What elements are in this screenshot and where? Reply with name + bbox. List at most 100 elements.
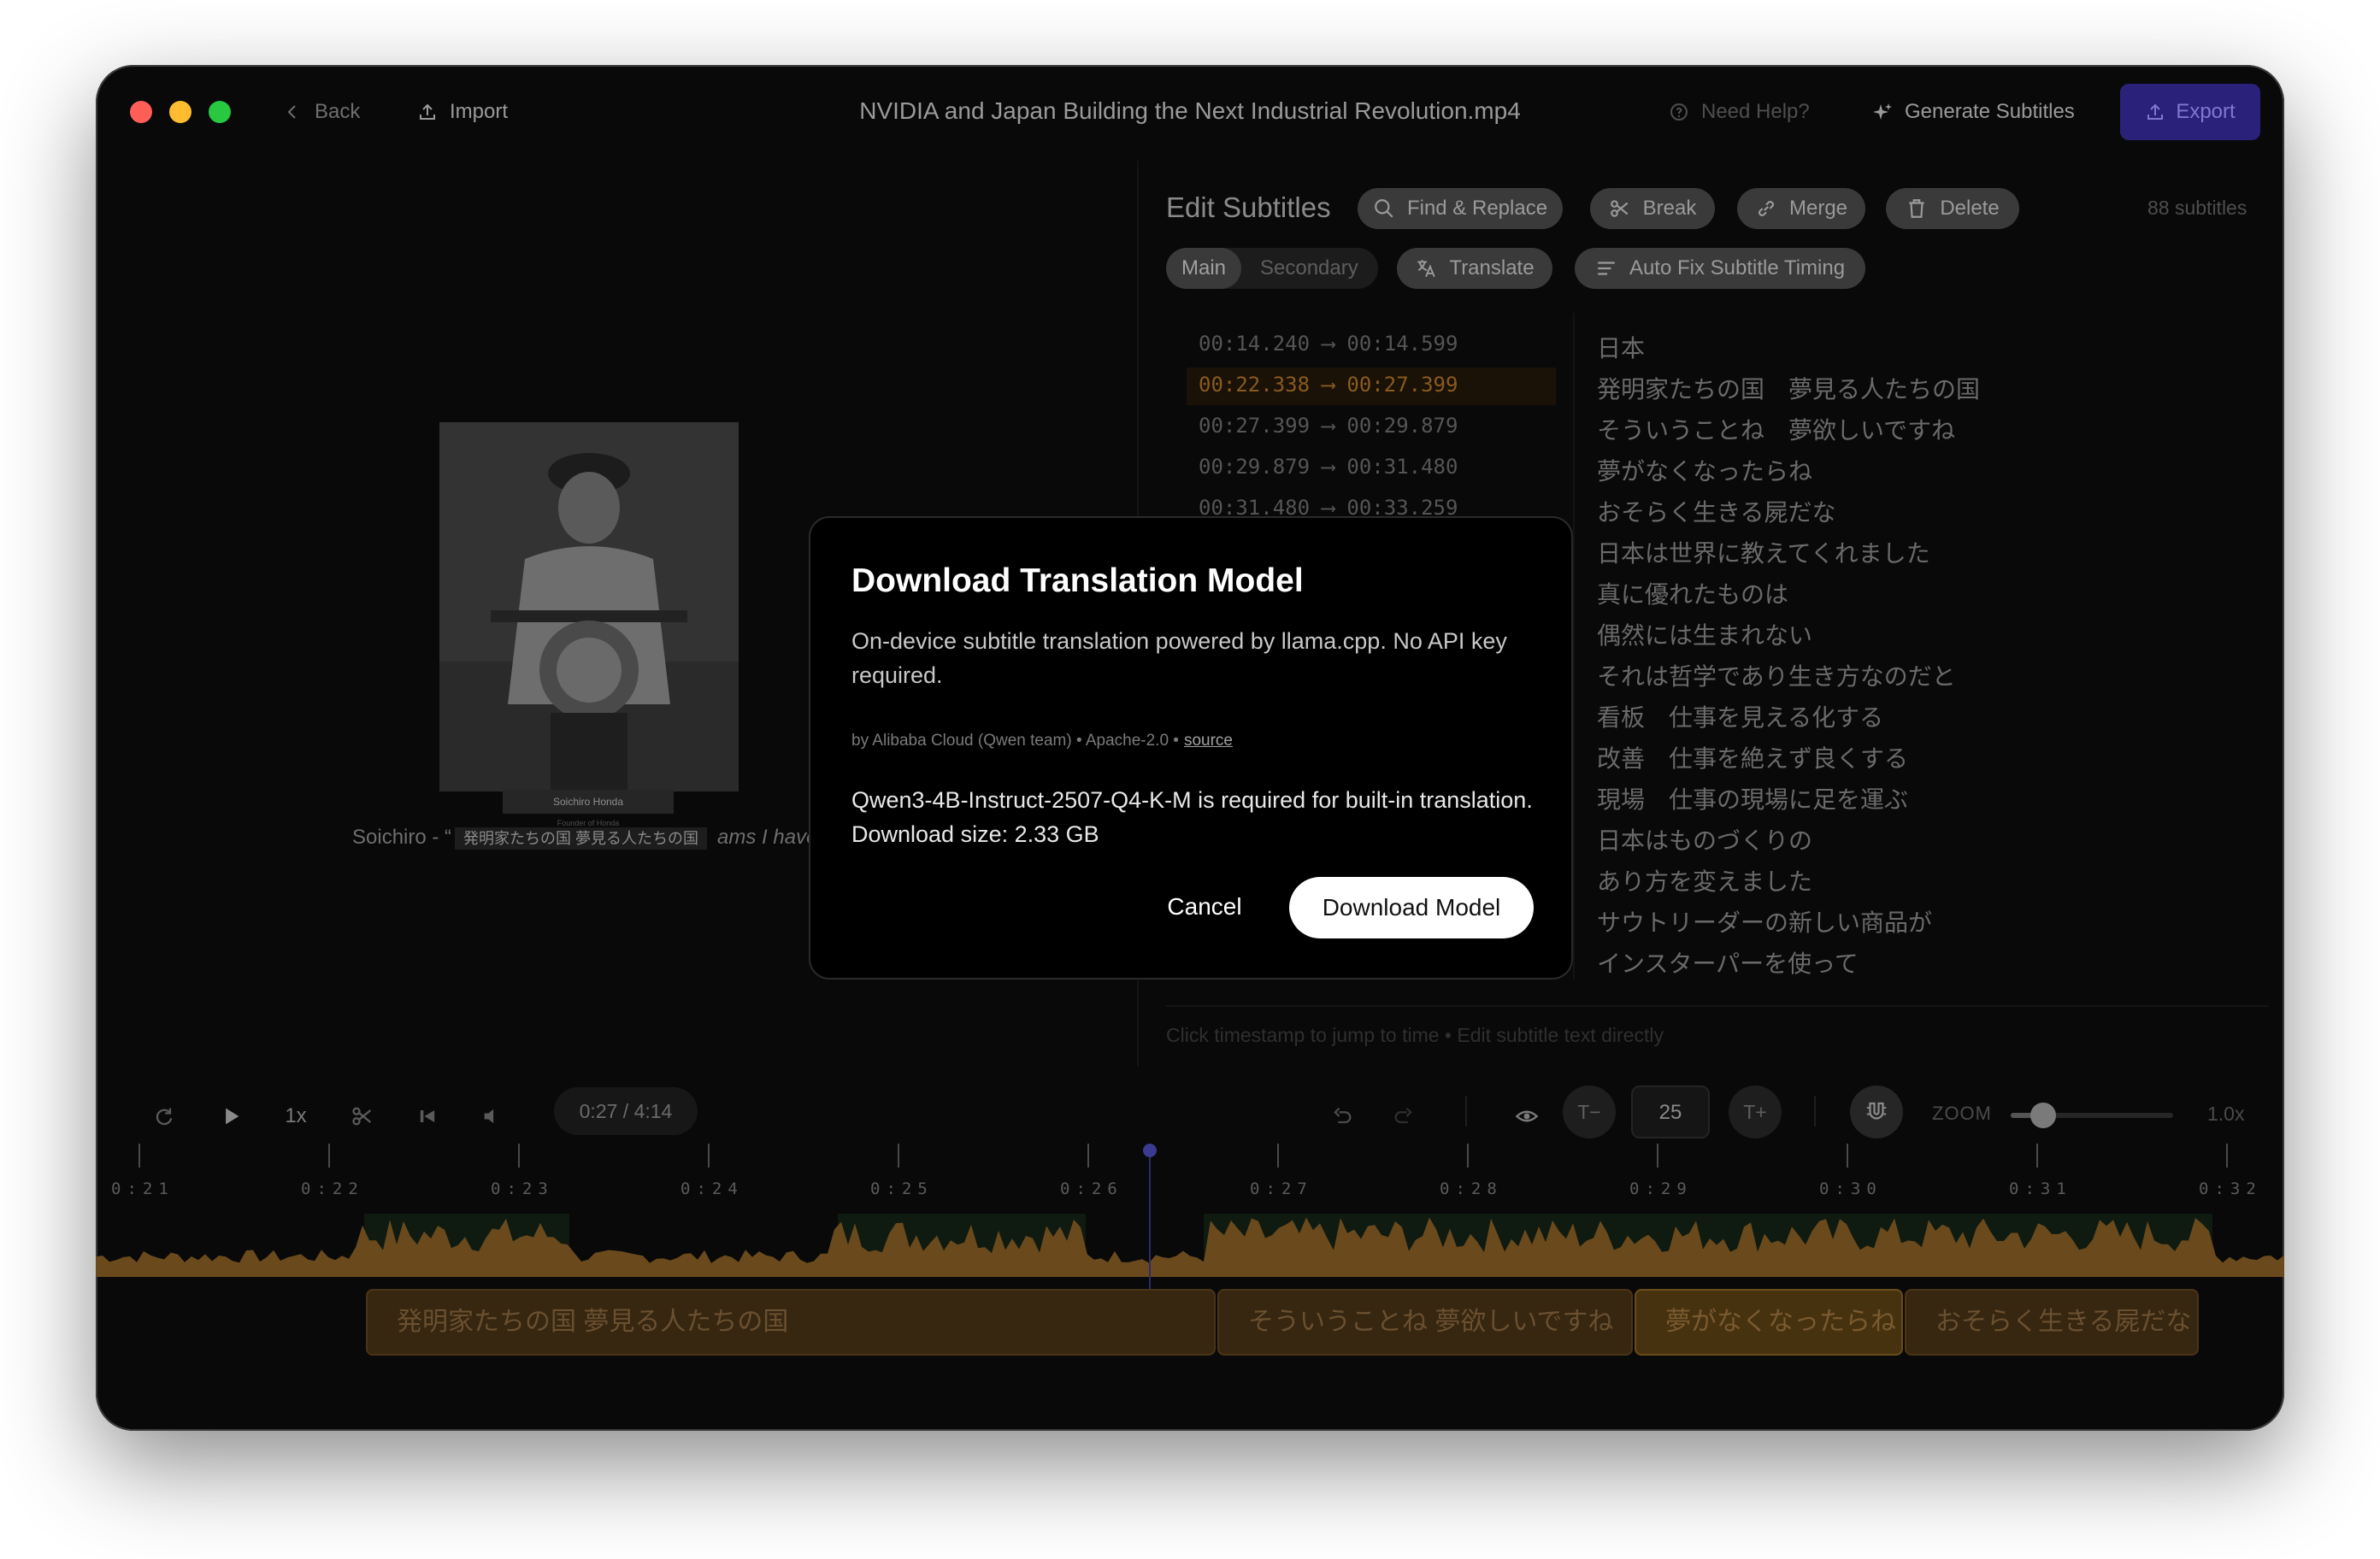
play-icon [226, 1108, 239, 1125]
subtitle-line[interactable]: そういうことね 夢欲しいですね [1597, 412, 1955, 446]
visibility-toggle[interactable] [1511, 1101, 1542, 1132]
timeline-tick [518, 1144, 520, 1168]
merge-button[interactable]: Merge [1737, 188, 1865, 229]
timeline-tick-label: 0:24 [680, 1180, 744, 1198]
timeline-tick-label: 0:21 [111, 1180, 174, 1198]
zoom-slider-handle[interactable] [2030, 1103, 2056, 1128]
subtitle-line[interactable]: サウトリーダーの新しい商品が [1597, 904, 1932, 938]
subtitle-block[interactable]: おそらく生きる屍だな [1905, 1289, 2199, 1356]
lines-icon [1598, 262, 1615, 275]
editor-hint: Click timestamp to jump to time • Edit s… [1166, 1024, 1664, 1046]
translate-icon [1417, 260, 1436, 278]
delete-label: Delete [1940, 197, 2000, 220]
eye-icon [1515, 1110, 1539, 1122]
translate-label: Translate [1449, 256, 1535, 279]
tab-secondary[interactable]: Secondary [1260, 248, 1358, 289]
skip-back-button[interactable] [412, 1101, 443, 1132]
dialog-title: Download Translation Model [851, 562, 1304, 599]
subtitle-line[interactable]: おそらく生きる屍だな [1597, 494, 1835, 528]
subtitle-line[interactable]: 看板 仕事を見える化する [1597, 699, 1883, 733]
tab-main[interactable]: Main [1166, 248, 1241, 289]
zoom-label: ZOOM [1932, 1103, 1992, 1124]
split-button[interactable] [347, 1101, 378, 1132]
model-requirement: Qwen3-4B-Instruct-2507-Q4-K-M is require… [851, 787, 1533, 847]
time-display: 0:27 / 4:14 [554, 1087, 698, 1135]
subtitle-line[interactable]: それは哲学であり生き方なのだと [1597, 658, 1956, 692]
scissors-icon [352, 1107, 372, 1126]
magnet-snap-button[interactable] [1850, 1085, 1903, 1138]
download-model-button[interactable]: Download Model [1289, 877, 1534, 938]
subtitle-line[interactable]: 現場 仕事の現場に足を運ぶ [1597, 781, 1908, 815]
subtitle-block-selected[interactable]: 夢がなくなったらね [1635, 1289, 1903, 1356]
timestamp[interactable]: 00:29.879 ⟶ 00:31.480 [1199, 455, 1458, 479]
playhead-handle[interactable] [1143, 1144, 1157, 1157]
timeline-tick-label: 0:23 [491, 1180, 554, 1198]
delete-button[interactable]: Delete [1886, 188, 2019, 229]
timeline-tick-label: 0:27 [1250, 1180, 1313, 1198]
timeline-tick-label: 0:29 [1629, 1180, 1693, 1198]
subtitle-line[interactable]: 日本はものづくりの [1597, 822, 1812, 856]
generate-subtitles-button[interactable]: Generate Subtitles [1872, 99, 2075, 125]
play-button[interactable] [215, 1101, 246, 1132]
loop-button[interactable] [149, 1101, 180, 1132]
timeline-tick [1657, 1144, 1658, 1168]
subtitle-block[interactable]: 発明家たちの国 夢見る人たちの国 [366, 1289, 1216, 1356]
font-size-increase-button[interactable]: T+ [1729, 1085, 1782, 1138]
subtitle-line[interactable]: 真に優れたものは [1597, 576, 1788, 610]
export-label: Export [2176, 100, 2236, 123]
subtitle-line[interactable]: あり方を変えました [1597, 863, 1812, 897]
video-subtitle-overlay: Soichiro - “発明家たちの国 夢見る人たちの国 ams I have [352, 826, 817, 850]
timeline-tick-label: 0:26 [1060, 1180, 1123, 1198]
audio-waveform[interactable] [96, 1202, 2284, 1277]
model-meta: by Alibaba Cloud (Qwen team) • Apache-2.… [851, 732, 1233, 750]
subtitle-line[interactable]: 夢がなくなったらね [1597, 453, 1812, 487]
find-replace-button[interactable]: Find & Replace [1358, 188, 1563, 229]
subtitle-overlay-text: 発明家たちの国 夢見る人たちの国 [455, 827, 708, 850]
magnet-icon [1866, 1102, 1887, 1120]
break-button[interactable]: Break [1590, 188, 1715, 229]
sparkle-icon [1873, 103, 1892, 120]
font-size-field[interactable]: 25 [1631, 1085, 1710, 1138]
timeline-tick [2036, 1144, 2038, 1168]
break-label: Break [1642, 197, 1697, 220]
subtitle-line[interactable]: インスターパーを使って [1597, 945, 1859, 980]
list-divider [1573, 313, 1575, 980]
trash-icon [1909, 199, 1924, 218]
timestamp[interactable]: 00:14.240 ⟶ 00:14.599 [1199, 332, 1458, 356]
track-toggle: Main Secondary [1166, 248, 1378, 289]
speed-button[interactable]: 1x [277, 1101, 315, 1132]
timestamp[interactable]: 00:27.399 ⟶ 00:29.879 [1199, 414, 1458, 438]
subtitle-suffix: ams I have [717, 826, 818, 849]
subtitle-prefix: Soichiro - “ [352, 826, 452, 849]
subtitle-line[interactable]: 偶然には生まれない [1597, 617, 1812, 651]
subtitle-line[interactable]: 日本 [1597, 330, 1645, 364]
timeline-tick [328, 1144, 330, 1168]
subtitle-block[interactable]: そういうことね 夢欲しいですね [1217, 1289, 1633, 1356]
undo-button[interactable] [1327, 1101, 1358, 1132]
export-button[interactable]: Export [2120, 84, 2260, 140]
cancel-button[interactable]: Cancel [1140, 877, 1269, 937]
timeline-tick-label: 0:22 [301, 1180, 364, 1198]
edit-subtitles-heading: Edit Subtitles [1166, 191, 1331, 223]
timeline-tick [1277, 1144, 1279, 1168]
subtitle-line[interactable]: 発明家たちの国 夢見る人たちの国 [1597, 371, 1980, 405]
subtitle-line[interactable]: 日本は世界に教えてくれました [1597, 535, 1930, 569]
font-size-decrease-button[interactable]: T− [1563, 1085, 1616, 1138]
timeline-tick-label: 0:30 [1819, 1180, 1882, 1198]
timeline-tick-label: 0:31 [2009, 1180, 2072, 1198]
source-link[interactable]: source [1184, 732, 1233, 750]
redo-icon [156, 1108, 173, 1126]
find-replace-label: Find & Replace [1406, 197, 1548, 220]
translate-button[interactable]: Translate [1397, 248, 1552, 289]
timeline-tick [2226, 1144, 2228, 1168]
redo-button[interactable] [1388, 1101, 1419, 1132]
timeline-tick [898, 1144, 899, 1168]
speaker-icon [484, 1109, 494, 1124]
video-frame-photo [439, 422, 739, 791]
help-button[interactable]: Need Help? [1669, 99, 1810, 125]
volume-button[interactable] [477, 1101, 508, 1132]
merge-label: Merge [1788, 197, 1848, 220]
timestamp-active[interactable]: 00:22.338 ⟶ 00:27.399 [1199, 373, 1458, 397]
auto-fix-timing-button[interactable]: Auto Fix Subtitle Timing [1575, 248, 1865, 289]
subtitle-line[interactable]: 改善 仕事を絶えず良くする [1597, 740, 1908, 774]
